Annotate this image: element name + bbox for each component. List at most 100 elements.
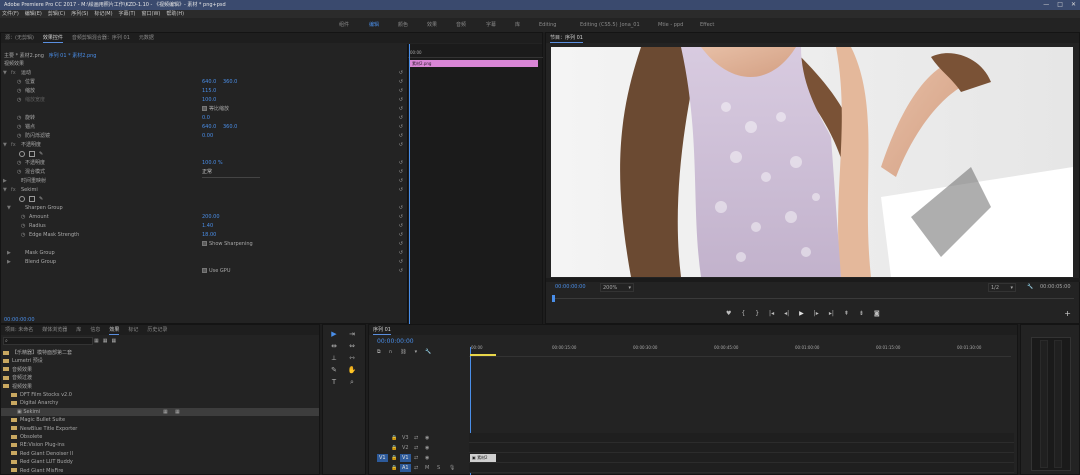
reset-icon[interactable]: ↺ (399, 240, 403, 249)
project-tab-3[interactable]: 信息 (90, 325, 100, 335)
effects-tree-item[interactable]: NewBlue Title Exporter (1, 425, 319, 433)
effect-row[interactable]: Amount ◷ 200.00 ↺ (1, 213, 407, 222)
extract-icon[interactable]: ⇟ (859, 308, 864, 320)
property-value[interactable]: 200.00 (202, 213, 220, 222)
menu-item-1[interactable]: 编辑(E) (25, 10, 42, 18)
timeline-timecode[interactable]: 00:00:00:00 (377, 337, 414, 347)
track-label[interactable]: V2 (400, 444, 411, 452)
property-value[interactable]: 18.00 (202, 231, 216, 240)
effects-tree-item[interactable]: Digital Anarchy (1, 399, 319, 407)
maximize-icon[interactable]: □ (1057, 0, 1063, 10)
stopwatch-icon[interactable]: ◷ (17, 78, 21, 87)
ec-tab-1[interactable]: 效果控件 (42, 33, 63, 43)
effect-row[interactable]: ✎ (1, 150, 407, 159)
ellipse-mask-icon[interactable] (19, 151, 25, 157)
checkbox-field[interactable]: Use GPU (202, 267, 230, 276)
property-value[interactable]: 100.0 (202, 96, 216, 105)
property-value[interactable]: 360.0 (223, 78, 237, 87)
rolling-edit-tool-icon[interactable]: ⇔ (347, 341, 357, 351)
go-to-in-icon[interactable]: |◂ (769, 308, 774, 320)
property-value[interactable]: 640.0 (202, 123, 216, 132)
effect-row[interactable]: ▶ Blend Group ↺ (1, 258, 407, 267)
close-icon[interactable]: ✕ (1071, 0, 1076, 10)
wrench-icon[interactable]: 🔧 (425, 348, 431, 356)
hand-tool-icon[interactable]: ✋ (347, 365, 357, 375)
snap-icon[interactable]: ∩ (389, 348, 393, 356)
tab-program[interactable]: 节目：序列 01 (550, 33, 583, 43)
track-label[interactable]: V3 (400, 434, 411, 442)
project-tab-1[interactable]: 媒体浏览器 (42, 325, 67, 335)
stopwatch-icon[interactable]: ◷ (17, 159, 21, 168)
property-value[interactable]: 0.00 (202, 132, 213, 141)
effects-tree-item[interactable]: DFT Film Stocks v2.0 (1, 391, 319, 399)
effect-row[interactable]: ▼ Sharpen Group ↺ (1, 204, 407, 213)
effect-row[interactable]: 位置 ◷ 640.0 360.0 ↺ (1, 78, 407, 87)
step-back-icon[interactable]: ◂| (784, 308, 789, 320)
source-patch-button[interactable]: V1 (377, 454, 388, 462)
effect-row[interactable]: Show Sharpening ↺ (1, 240, 407, 249)
slip-tool-icon[interactable]: ⇿ (347, 353, 357, 363)
lock-icon[interactable]: 🔒 (391, 444, 397, 452)
track-lane[interactable] (469, 433, 1014, 443)
reset-icon[interactable]: ↺ (399, 78, 403, 87)
pen-mask-icon[interactable]: ✎ (39, 150, 45, 157)
reset-icon[interactable]: ↺ (399, 186, 403, 195)
property-value[interactable]: 115.0 (202, 87, 216, 96)
effect-row[interactable]: Use GPU ↺ (1, 267, 407, 276)
menu-item-5[interactable]: 字幕(T) (119, 10, 136, 18)
track-select-tool-icon[interactable]: ⇥ (347, 329, 357, 339)
stopwatch-icon[interactable]: ◷ (21, 231, 25, 240)
timeline-clip[interactable]: ▣ 素材2 (470, 454, 496, 462)
eye-icon[interactable]: ◉ (425, 454, 429, 462)
add-marker-icon[interactable]: ♥ (726, 308, 731, 320)
workspace-tab-7[interactable]: Editing (539, 18, 556, 32)
timeline-ruler[interactable]: 00:00 00:00:15:00 00:00:30:00 00:00:45:00 00… (469, 337, 1011, 357)
property-value[interactable]: 1.40 (202, 222, 213, 231)
track-label[interactable]: A1 (400, 464, 411, 472)
workspace-tab-8[interactable]: Editing (CS5.5) (580, 18, 618, 32)
effects-tree-item[interactable]: 音频效果 (1, 366, 319, 374)
effects-tree-item[interactable]: 【乐精器】模特面部第二套 (1, 349, 319, 357)
workspace-tab-9[interactable]: Jona_01 (620, 18, 640, 32)
program-video-frame[interactable] (551, 47, 1073, 277)
effect-controls-timecode[interactable]: 00:00:00:00 (4, 316, 35, 324)
effects-tree-item[interactable]: Red Giant MisFire (1, 467, 319, 475)
program-playhead[interactable] (552, 295, 555, 302)
effect-row[interactable]: Radius ◷ 1.40 ↺ (1, 222, 407, 231)
work-area-bar[interactable] (470, 354, 496, 356)
checkbox[interactable] (202, 268, 207, 273)
effects-tree-item[interactable]: Magic Bullet Suite (1, 416, 319, 424)
mark-in-icon[interactable]: { (741, 308, 745, 320)
reset-icon[interactable]: ↺ (399, 123, 403, 132)
accelerated-effects-icon[interactable]: ▦ (94, 337, 99, 345)
reset-icon[interactable]: ↺ (399, 213, 403, 222)
mini-playhead[interactable] (409, 44, 410, 324)
program-scrub-bar[interactable] (552, 295, 1074, 302)
source-clip-label[interactable]: 主要 * 素材2.png (4, 53, 44, 59)
effect-row[interactable]: ▼ fx 不透明度 ↺ (1, 141, 407, 150)
effects-tree-item[interactable]: 音频过渡 (1, 374, 319, 382)
zoom-tool-icon[interactable]: ⌕ (347, 377, 357, 387)
reset-icon[interactable]: ↺ (399, 132, 403, 141)
chevron-right-icon[interactable]: ▶ (7, 249, 11, 258)
effects-tree-item[interactable]: Red Giant LUT Buddy (1, 458, 319, 466)
stopwatch-icon[interactable]: ◷ (17, 87, 21, 96)
reset-icon[interactable]: ↺ (399, 69, 403, 78)
menu-item-0[interactable]: 文件(F) (2, 10, 19, 18)
track-lane[interactable] (469, 443, 1014, 453)
project-tab-0[interactable]: 项目: 未命名 (5, 325, 33, 335)
reset-icon[interactable]: ↺ (399, 231, 403, 240)
stopwatch-icon[interactable]: ◷ (21, 213, 25, 222)
stopwatch-icon[interactable]: ◷ (17, 168, 21, 177)
track-lane[interactable]: ▣ 素材2 (469, 453, 1014, 463)
sync-lock-icon[interactable]: ⇄ (414, 454, 418, 462)
checkbox[interactable] (202, 106, 207, 111)
workspace-tab-5[interactable]: 字幕 (486, 18, 496, 32)
track-label[interactable]: V1 (400, 454, 411, 462)
lift-icon[interactable]: ⇞ (844, 308, 849, 320)
project-tab-6[interactable]: 历史记录 (147, 325, 167, 335)
workspace-tab-6[interactable]: 库 (515, 18, 520, 32)
workspace-tab-10[interactable]: Mtie - ppd (658, 18, 683, 32)
effect-row[interactable]: 混合模式 ◷ 正常 ↺ (1, 168, 407, 178)
ec-tab-0[interactable]: 源：(无剪辑) (5, 33, 34, 43)
